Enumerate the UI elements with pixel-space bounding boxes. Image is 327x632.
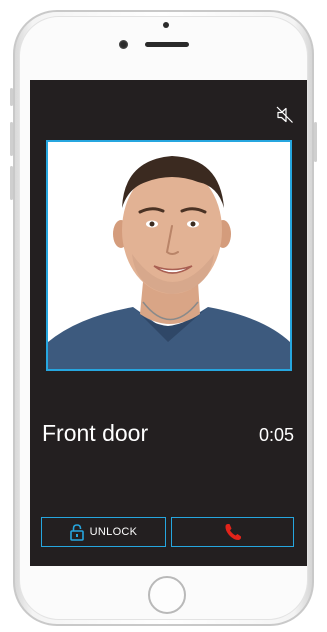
mute-button[interactable] [274, 104, 296, 126]
call-timer: 0:05 [258, 425, 294, 445]
speaker-muted-icon [276, 106, 293, 123]
camera-video-feed [46, 140, 292, 371]
proximity-sensor [163, 22, 169, 28]
earpiece-speaker [145, 42, 189, 47]
volume-down-button [10, 166, 13, 200]
unlock-button[interactable]: UNLOCK [41, 517, 166, 547]
phone-hangup-icon [224, 524, 241, 540]
door-name: Front door [42, 420, 149, 446]
hangup-button[interactable] [171, 517, 294, 547]
home-button[interactable] [148, 576, 186, 614]
padlock-icon [69, 523, 84, 541]
visitor-photo [48, 142, 290, 369]
side-button [10, 88, 13, 106]
front-camera [119, 40, 128, 49]
volume-up-button [10, 122, 13, 156]
unlock-button-label: UNLOCK [89, 526, 138, 538]
intercom-call-screen: Front door 0:05 UNLOCK [30, 80, 307, 566]
power-button [314, 122, 317, 162]
